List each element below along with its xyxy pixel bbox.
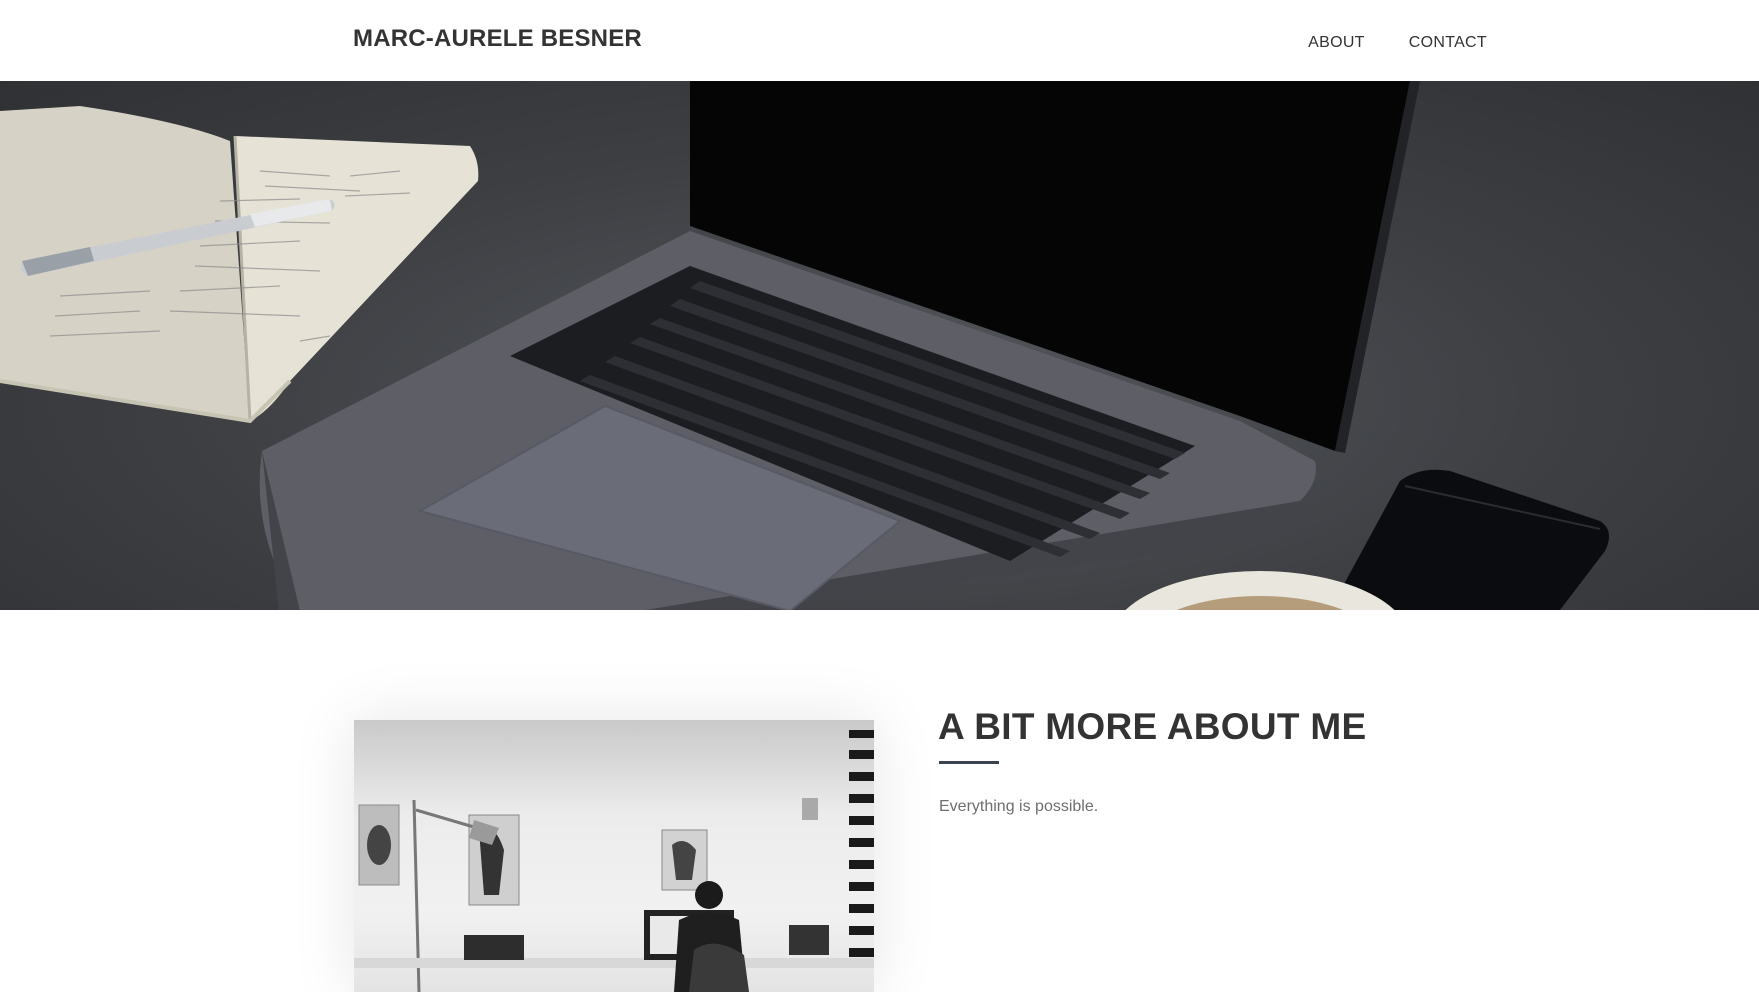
main-nav: ABOUT CONTACT: [1308, 34, 1487, 52]
nav-about[interactable]: ABOUT: [1308, 34, 1365, 52]
home-office-photo: [354, 720, 874, 992]
about-heading: A BIT MORE ABOUT ME: [938, 706, 1367, 747]
heading-underline: [939, 761, 999, 764]
nav-contact[interactable]: CONTACT: [1409, 34, 1487, 52]
smartphone: [1330, 469, 1609, 610]
brand-logo[interactable]: MARC-AURELE BESNER: [353, 25, 642, 53]
laptop-desk-photo: [0, 81, 1609, 610]
about-description: Everything is possible.: [939, 798, 1099, 815]
window-blinds: [849, 730, 874, 957]
hero-image: [0, 81, 1759, 610]
site-header: MARC-AURELE BESNER ABOUT CONTACT: [0, 0, 1759, 81]
home-office-photo-graphic: [354, 730, 874, 992]
